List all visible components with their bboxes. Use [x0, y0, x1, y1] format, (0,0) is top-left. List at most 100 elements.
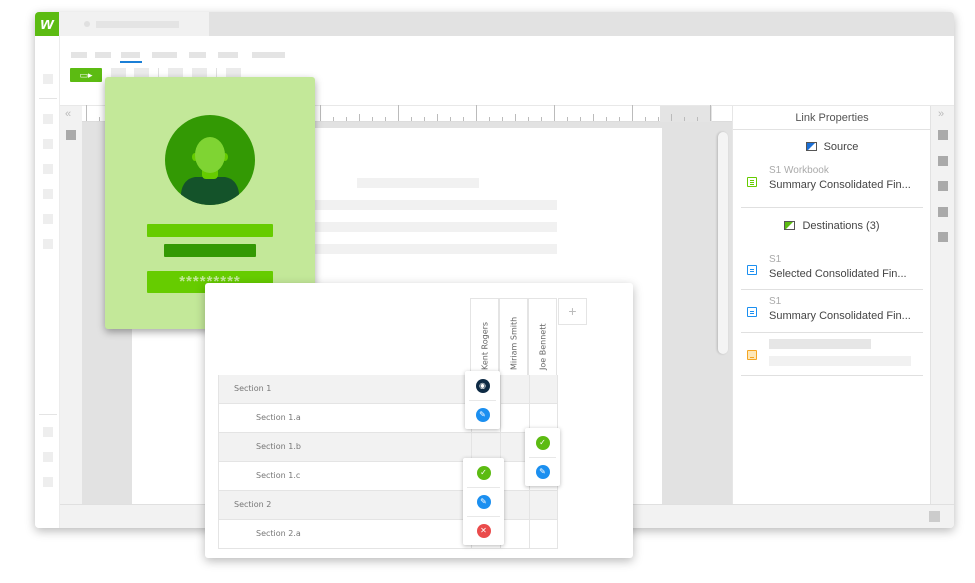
- menu-tab[interactable]: [218, 52, 238, 58]
- ruler-tick: [502, 117, 503, 121]
- ruler-tick: [580, 117, 581, 121]
- menu-tab[interactable]: [152, 52, 177, 58]
- column-header-label: Kent Rogers: [480, 321, 489, 370]
- column-header[interactable]: Joe Bennett: [528, 298, 557, 378]
- rail-icon[interactable]: [43, 214, 53, 224]
- ruler-tick: [385, 117, 386, 121]
- approve-icon[interactable]: ✓: [476, 465, 491, 480]
- heading-placeholder: [357, 178, 479, 188]
- menu-tab[interactable]: [189, 52, 206, 58]
- rail-icon[interactable]: [43, 239, 53, 249]
- name-field[interactable]: [164, 244, 256, 257]
- menu-tab[interactable]: [95, 52, 111, 58]
- row-label: Section 1.b: [256, 442, 301, 451]
- link-item-subtitle: S1 Workbook: [769, 165, 829, 176]
- present-button[interactable]: ▭▸: [70, 68, 102, 82]
- ruler-tick: [320, 105, 321, 121]
- document-tab[interactable]: [59, 12, 209, 36]
- ruler-tick: [86, 105, 87, 121]
- column-header[interactable]: Miriam Smith: [499, 298, 528, 378]
- vertical-scrollbar[interactable]: [718, 132, 728, 354]
- outline-panel: «: [60, 106, 82, 504]
- ruler-tick: [567, 117, 568, 121]
- panel-toggle-icon[interactable]: [938, 130, 948, 140]
- source-header-label: Source: [823, 141, 859, 153]
- panel-toggle-icon[interactable]: [938, 207, 948, 217]
- menu-tab[interactable]: [252, 52, 285, 58]
- link-source-icon: [805, 142, 817, 151]
- deny-icon[interactable]: ✕: [476, 524, 491, 538]
- panel-toggle-icon[interactable]: [938, 232, 948, 242]
- table-row[interactable]: Section 2: [218, 491, 558, 520]
- permissions-grid: Section 1 Section 1.a Section 1.b Sectio…: [218, 375, 558, 549]
- rail-icon[interactable]: [43, 139, 53, 149]
- add-column-button[interactable]: +: [558, 298, 587, 325]
- ruler-tick: [346, 117, 347, 121]
- collapse-left-icon[interactable]: «: [65, 108, 71, 120]
- ruler-tick: [411, 117, 412, 121]
- view-icon[interactable]: ◉: [475, 378, 490, 393]
- tab-title-placeholder: [96, 21, 179, 28]
- permission-popover: ◉ ✎: [465, 371, 500, 429]
- row-label: Section 2.a: [256, 529, 301, 538]
- column-header[interactable]: Kent Rogers: [470, 298, 499, 378]
- ruler-tick: [489, 117, 490, 121]
- approve-icon[interactable]: ✓: [535, 435, 550, 450]
- item-divider: [741, 375, 923, 376]
- table-row[interactable]: Section 1: [218, 375, 558, 404]
- link-item-subtitle: S1: [769, 296, 782, 307]
- rail-icon[interactable]: [43, 164, 53, 174]
- rail-divider: [39, 98, 57, 99]
- link-destination-icon: [784, 221, 796, 230]
- edit-icon[interactable]: ✎: [535, 465, 550, 479]
- document-icon: [747, 307, 757, 317]
- rail-icon[interactable]: [43, 452, 53, 462]
- active-tab-indicator: [120, 61, 142, 63]
- outline-icon[interactable]: [66, 130, 76, 140]
- ruler-tick: [697, 117, 698, 121]
- section-divider: [741, 207, 923, 208]
- item-divider: [741, 289, 923, 290]
- table-row[interactable]: Section 1.b: [218, 433, 558, 462]
- rail-icon[interactable]: [43, 189, 53, 199]
- permissions-card: Kent Rogers Miriam Smith Joe Bennett + S…: [205, 283, 633, 558]
- ruler-tick: [671, 114, 672, 121]
- row-label: Section 1.c: [256, 471, 301, 480]
- ruler-tick: [359, 114, 360, 121]
- ruler-margin: [660, 106, 712, 122]
- ruler-tick: [398, 105, 399, 121]
- edit-icon[interactable]: ✎: [476, 495, 491, 509]
- ruler-tick: [515, 114, 516, 121]
- ruler-tick: [333, 117, 334, 121]
- username-field[interactable]: [147, 224, 273, 237]
- ruler-tick: [554, 105, 555, 121]
- workiva-logo[interactable]: w: [35, 12, 59, 36]
- source-header: Source: [733, 141, 931, 153]
- spreadsheet-icon: [747, 177, 757, 187]
- link-item-title: Selected Consolidated Fin...: [769, 268, 907, 280]
- table-row[interactable]: Section 1.c: [218, 462, 558, 491]
- menu-tab[interactable]: [71, 52, 87, 58]
- ruler-tick: [606, 117, 607, 121]
- panel-title: Link Properties: [733, 106, 931, 130]
- table-row[interactable]: Section 2.a: [218, 520, 558, 549]
- table-row[interactable]: Section 1.a: [218, 404, 558, 433]
- row-label: Section 1: [234, 384, 272, 393]
- rail-icon[interactable]: [43, 114, 53, 124]
- edit-icon[interactable]: ✎: [475, 408, 490, 422]
- column-header-label: Miriam Smith: [509, 316, 518, 370]
- rail-icon[interactable]: [43, 427, 53, 437]
- link-properties-panel: Link Properties Source S1 Workbook Summa…: [732, 106, 931, 504]
- destinations-header: Destinations (3): [733, 220, 931, 232]
- destinations-header-label: Destinations (3): [802, 220, 880, 232]
- menu-tab-active[interactable]: [121, 52, 140, 58]
- panel-toggle-icon[interactable]: [938, 181, 948, 191]
- rail-icon[interactable]: [43, 477, 53, 487]
- ruler-tick: [372, 117, 373, 121]
- status-icon[interactable]: [929, 511, 940, 522]
- ruler-tick: [710, 105, 711, 121]
- collapse-right-icon[interactable]: »: [938, 108, 944, 120]
- panel-toggle-icon[interactable]: [938, 156, 948, 166]
- rail-icon[interactable]: [43, 74, 53, 84]
- ruler-tick: [645, 117, 646, 121]
